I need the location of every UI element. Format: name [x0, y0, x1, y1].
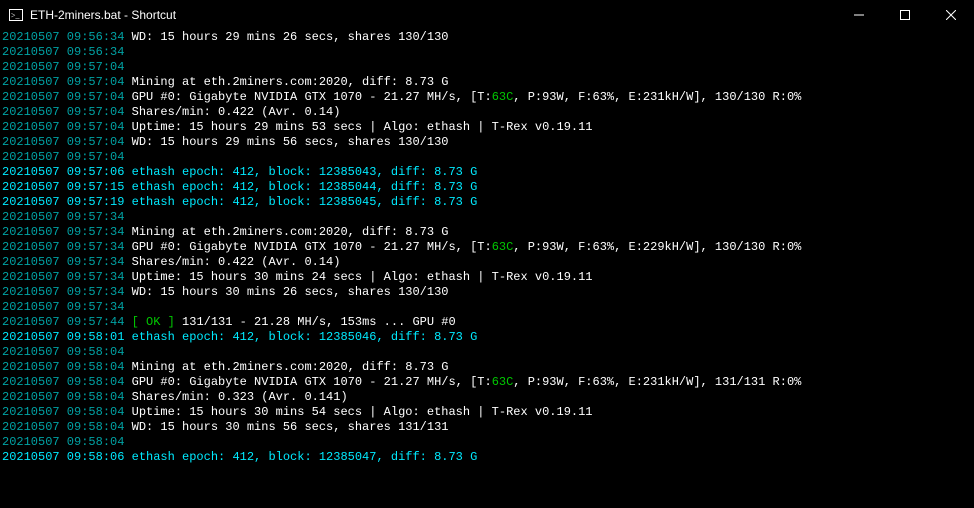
terminal-line: 20210507 09:57:04 WD: 15 hours 29 mins 5… [2, 135, 972, 150]
terminal-segment: WD: 15 hours 29 mins 56 secs, shares 130… [124, 135, 448, 149]
terminal-segment: Mining at eth.2miners.com:2020, diff: 8.… [124, 75, 448, 89]
terminal-line: 20210507 09:57:34 Uptime: 15 hours 30 mi… [2, 270, 972, 285]
terminal-segment: 20210507 09:58:04 [2, 360, 124, 374]
terminal-segment: 63C [492, 375, 514, 389]
terminal-segment: Mining at eth.2miners.com:2020, diff: 8.… [124, 360, 448, 374]
terminal-segment: 20210507 09:57:04 [2, 135, 124, 149]
terminal-line: 20210507 09:58:06 ethash epoch: 412, blo… [2, 450, 972, 465]
terminal-line: 20210507 09:57:15 ethash epoch: 412, blo… [2, 180, 972, 195]
terminal-line: 20210507 09:57:34 Mining at eth.2miners.… [2, 225, 972, 240]
terminal-segment: Uptime: 15 hours 30 mins 24 secs | Algo:… [124, 270, 592, 284]
terminal-segment [124, 315, 131, 329]
terminal-output[interactable]: 20210507 09:56:34 WD: 15 hours 29 mins 2… [0, 30, 974, 465]
terminal-segment: 20210507 09:58:04 [2, 390, 124, 404]
terminal-segment: 20210507 09:58:06 ethash epoch: 412, blo… [2, 450, 477, 464]
terminal-segment: 20210507 09:56:34 [2, 30, 124, 44]
terminal-segment: 20210507 09:57:06 ethash epoch: 412, blo… [2, 165, 477, 179]
terminal-segment: WD: 15 hours 29 mins 26 secs, shares 130… [124, 30, 448, 44]
terminal-segment: 20210507 09:57:04 [2, 120, 124, 134]
terminal-segment: 20210507 09:57:04 [2, 90, 124, 104]
terminal-line: 20210507 09:58:04 GPU #0: Gigabyte NVIDI… [2, 375, 972, 390]
terminal-segment: GPU #0: Gigabyte NVIDIA GTX 1070 - 21.27… [124, 90, 491, 104]
terminal-segment: 20210507 09:57:44 [2, 315, 124, 329]
terminal-segment: GPU #0: Gigabyte NVIDIA GTX 1070 - 21.27… [124, 240, 491, 254]
terminal-segment: 20210507 09:58:04 [2, 375, 124, 389]
terminal-segment: Shares/min: 0.323 (Avr. 0.141) [124, 390, 347, 404]
terminal-segment: 20210507 09:57:19 ethash epoch: 412, blo… [2, 195, 477, 209]
terminal-segment: [ OK ] [132, 315, 175, 329]
terminal-line: 20210507 09:57:04 Uptime: 15 hours 29 mi… [2, 120, 972, 135]
terminal-segment: 20210507 09:57:34 [2, 270, 124, 284]
terminal-segment: 20210507 09:57:34 [2, 225, 124, 239]
terminal-segment: 20210507 09:57:04 [2, 75, 124, 89]
terminal-segment: 20210507 09:57:04 [2, 60, 124, 74]
terminal-segment: 63C [492, 240, 514, 254]
terminal-segment: 63C [492, 90, 514, 104]
terminal-segment: Shares/min: 0.422 (Avr. 0.14) [124, 255, 340, 269]
terminal-line: 20210507 09:57:04 Mining at eth.2miners.… [2, 75, 972, 90]
terminal-line: 20210507 09:58:04 [2, 435, 972, 450]
terminal-segment: 20210507 09:56:34 [2, 45, 124, 59]
terminal-segment: WD: 15 hours 30 mins 56 secs, shares 131… [124, 420, 448, 434]
maximize-button[interactable] [882, 0, 928, 30]
terminal-segment: 20210507 09:57:15 ethash epoch: 412, blo… [2, 180, 477, 194]
terminal-line: 20210507 09:58:01 ethash epoch: 412, blo… [2, 330, 972, 345]
terminal-segment: , P:93W, F:63%, E:231kH/W], 131/131 R:0% [513, 375, 801, 389]
terminal-line: 20210507 09:57:34 [2, 300, 972, 315]
window-title: ETH-2miners.bat - Shortcut [30, 8, 836, 23]
terminal-segment: 20210507 09:58:04 [2, 420, 124, 434]
terminal-segment: , P:93W, F:63%, E:229kH/W], 130/130 R:0% [513, 240, 801, 254]
window-titlebar: >_ ETH-2miners.bat - Shortcut [0, 0, 974, 30]
terminal-line: 20210507 09:58:04 WD: 15 hours 30 mins 5… [2, 420, 972, 435]
terminal-line: 20210507 09:58:04 Mining at eth.2miners.… [2, 360, 972, 375]
terminal-line: 20210507 09:57:04 Shares/min: 0.422 (Avr… [2, 105, 972, 120]
terminal-segment: Mining at eth.2miners.com:2020, diff: 8.… [124, 225, 448, 239]
terminal-segment: 20210507 09:57:34 [2, 300, 124, 314]
close-button[interactable] [928, 0, 974, 30]
terminal-line: 20210507 09:57:06 ethash epoch: 412, blo… [2, 165, 972, 180]
cmd-icon: >_ [8, 7, 24, 23]
terminal-segment: 20210507 09:57:34 [2, 240, 124, 254]
terminal-line: 20210507 09:58:04 [2, 345, 972, 360]
terminal-segment: Uptime: 15 hours 29 mins 53 secs | Algo:… [124, 120, 592, 134]
minimize-button[interactable] [836, 0, 882, 30]
terminal-segment: 20210507 09:58:04 [2, 405, 124, 419]
terminal-segment: 20210507 09:57:04 [2, 150, 124, 164]
terminal-segment: 20210507 09:58:04 [2, 345, 124, 359]
terminal-line: 20210507 09:57:04 [2, 60, 972, 75]
terminal-line: 20210507 09:58:04 Uptime: 15 hours 30 mi… [2, 405, 972, 420]
terminal-line: 20210507 09:57:44 [ OK ] 131/131 - 21.28… [2, 315, 972, 330]
terminal-line: 20210507 09:58:04 Shares/min: 0.323 (Avr… [2, 390, 972, 405]
terminal-line: 20210507 09:57:34 WD: 15 hours 30 mins 2… [2, 285, 972, 300]
terminal-line: 20210507 09:56:34 [2, 45, 972, 60]
terminal-line: 20210507 09:57:04 GPU #0: Gigabyte NVIDI… [2, 90, 972, 105]
terminal-segment: 20210507 09:57:34 [2, 255, 124, 269]
terminal-segment: 131/131 - 21.28 MH/s, 153ms ... GPU #0 [175, 315, 456, 329]
terminal-segment: 20210507 09:57:34 [2, 285, 124, 299]
terminal-segment: , P:93W, F:63%, E:231kH/W], 130/130 R:0% [513, 90, 801, 104]
terminal-segment: GPU #0: Gigabyte NVIDIA GTX 1070 - 21.27… [124, 375, 491, 389]
terminal-line: 20210507 09:57:34 [2, 210, 972, 225]
terminal-line: 20210507 09:56:34 WD: 15 hours 29 mins 2… [2, 30, 972, 45]
terminal-segment: Shares/min: 0.422 (Avr. 0.14) [124, 105, 340, 119]
terminal-segment: 20210507 09:57:04 [2, 105, 124, 119]
terminal-line: 20210507 09:57:34 GPU #0: Gigabyte NVIDI… [2, 240, 972, 255]
svg-text:>_: >_ [11, 11, 21, 20]
terminal-line: 20210507 09:57:19 ethash epoch: 412, blo… [2, 195, 972, 210]
terminal-segment: WD: 15 hours 30 mins 26 secs, shares 130… [124, 285, 448, 299]
terminal-segment: 20210507 09:58:04 [2, 435, 124, 449]
terminal-segment: 20210507 09:57:34 [2, 210, 124, 224]
terminal-line: 20210507 09:57:04 [2, 150, 972, 165]
terminal-segment: 20210507 09:58:01 ethash epoch: 412, blo… [2, 330, 477, 344]
terminal-line: 20210507 09:57:34 Shares/min: 0.422 (Avr… [2, 255, 972, 270]
terminal-segment: Uptime: 15 hours 30 mins 54 secs | Algo:… [124, 405, 592, 419]
